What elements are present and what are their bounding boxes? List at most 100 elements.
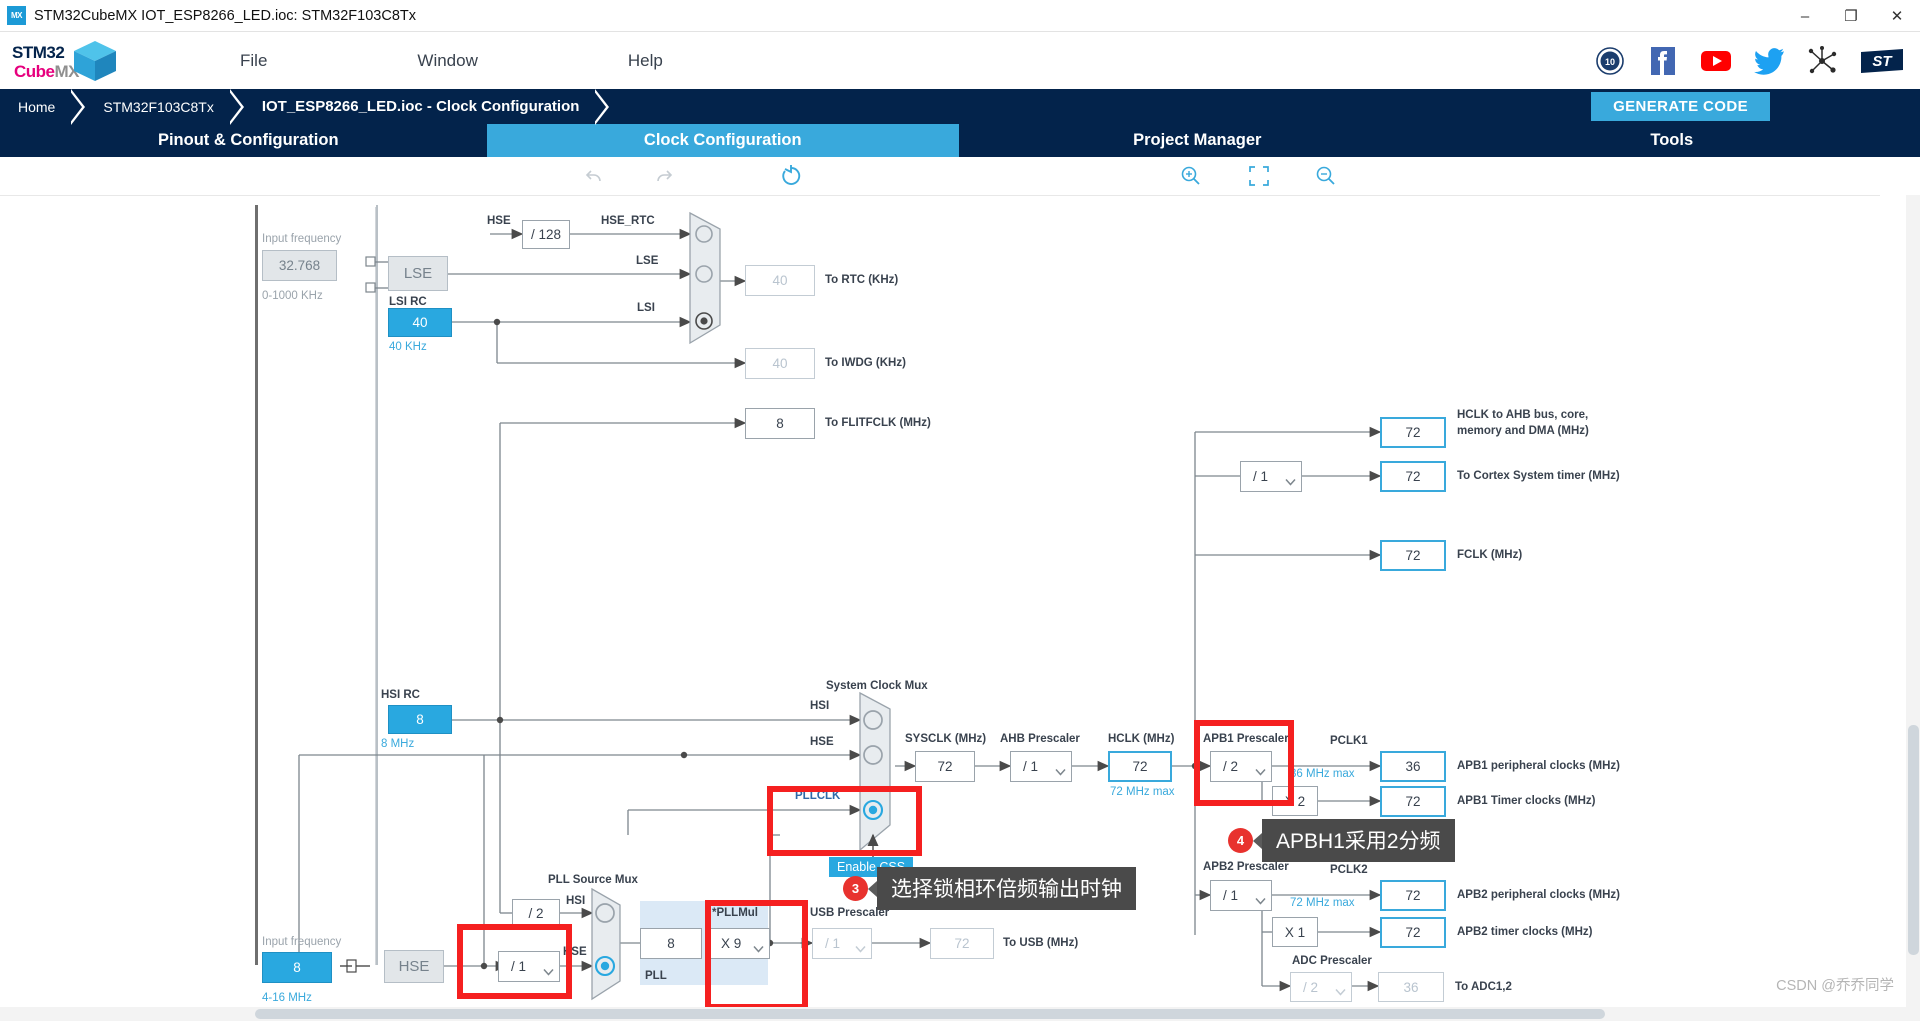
twitter-icon[interactable] xyxy=(1752,44,1786,78)
minimize-button[interactable]: – xyxy=(1782,0,1828,32)
pll-label: PLL xyxy=(645,970,667,982)
hclk-max-label: 72 MHz max xyxy=(1110,786,1175,798)
hse-input-frequency-field[interactable]: 8 xyxy=(262,952,332,983)
generate-code-button[interactable]: GENERATE CODE xyxy=(1591,92,1770,121)
facebook-icon[interactable] xyxy=(1646,44,1680,78)
anniversary-10-years-icon[interactable]: 10 xyxy=(1593,44,1627,78)
zoom-in-icon[interactable] xyxy=(1180,163,1202,189)
apb1-timer-label: APB1 Timer clocks (MHz) xyxy=(1457,795,1596,807)
hse-box[interactable]: HSE xyxy=(384,950,444,983)
to-usb-field: 72 xyxy=(930,928,994,959)
ahb-prescaler-select[interactable]: / 1 xyxy=(1010,751,1072,782)
hse-input-frequency-label: Input frequency xyxy=(262,936,342,948)
youtube-icon[interactable] xyxy=(1699,44,1733,78)
tab-project-manager[interactable]: Project Manager xyxy=(961,124,1434,157)
window-title: STM32CubeMX IOT_ESP8266_LED.ioc: STM32F1… xyxy=(34,7,416,24)
lse-box[interactable]: LSE xyxy=(388,256,448,291)
tab-tools[interactable]: Tools xyxy=(1435,124,1908,157)
fclk-label: FCLK (MHz) xyxy=(1457,549,1523,561)
undo-icon[interactable] xyxy=(584,163,606,189)
sysclk-field: 72 xyxy=(915,751,975,782)
reset-icon[interactable] xyxy=(779,163,803,189)
maximize-button[interactable]: ❐ xyxy=(1828,0,1874,32)
hsi-rc-label: HSI RC xyxy=(381,689,420,701)
st-logo-icon[interactable]: ST xyxy=(1858,44,1906,78)
to-usb-label: To USB (MHz) xyxy=(1003,937,1079,949)
cortex-systimer-field: 72 xyxy=(1380,461,1446,492)
breadcrumb-chevron-icon xyxy=(227,88,244,125)
apb2-peripheral-label: APB2 peripheral clocks (MHz) xyxy=(1457,889,1620,901)
vertical-scrollbar-thumb[interactable] xyxy=(1908,725,1919,955)
adc-prescaler-label: ADC Prescaler xyxy=(1292,955,1372,967)
hse-div-source-label: HSE xyxy=(487,215,511,227)
secondary-rail-divider xyxy=(376,205,378,965)
to-flitfclk-field: 8 xyxy=(745,408,815,439)
to-adc-label: To ADC1,2 xyxy=(1455,981,1512,993)
breadcrumb-home[interactable]: Home xyxy=(0,89,55,124)
psm-hsi-label: HSI xyxy=(566,895,586,907)
hclk-ahb-label-line1: HCLK to AHB bus, core, xyxy=(1457,409,1589,421)
chevron-down-icon xyxy=(1255,893,1266,905)
annotation-rect-pllclk xyxy=(767,786,922,856)
tab-clock-configuration[interactable]: Clock Configuration xyxy=(486,124,959,157)
menu-item-file[interactable]: File xyxy=(240,51,267,71)
hsi-unit-label: 8 MHz xyxy=(381,738,415,750)
chevron-down-icon xyxy=(1285,474,1296,486)
zoom-out-icon[interactable] xyxy=(1315,163,1337,189)
social-icons: 10 ST xyxy=(1593,32,1906,89)
clock-tree-diagram: Input frequency 32.768 0-1000 KHz LSE LS… xyxy=(0,195,1880,1021)
pclk2-max-label: 72 MHz max xyxy=(1290,897,1355,909)
breadcrumb-mcu[interactable]: STM32F103C8Tx xyxy=(85,89,213,124)
scm-hsi-label: HSI xyxy=(810,700,830,712)
annotation-number-3: 3 xyxy=(843,876,868,901)
hclk-field[interactable]: 72 xyxy=(1108,751,1172,782)
lse-range-label: 0-1000 KHz xyxy=(262,290,323,302)
to-rtc-field: 40 xyxy=(745,265,815,296)
svg-text:ST: ST xyxy=(1872,53,1893,70)
cube-icon xyxy=(72,39,118,88)
vertical-scrollbar[interactable] xyxy=(1906,195,1920,1021)
chevron-down-icon xyxy=(855,941,866,953)
hsi-rc-field[interactable]: 8 xyxy=(388,705,452,734)
cortex-systimer-prescaler-select[interactable]: / 1 xyxy=(1240,461,1302,492)
to-flitfclk-label: To FLITFCLK (MHz) xyxy=(825,417,931,429)
breadcrumb-chevron-icon xyxy=(593,88,610,125)
chevron-down-icon xyxy=(1055,764,1066,776)
window-controls: – ❐ ✕ xyxy=(1782,0,1920,32)
annotation-number-4: 4 xyxy=(1228,828,1253,853)
menu-item-window[interactable]: Window xyxy=(417,51,477,71)
close-button[interactable]: ✕ xyxy=(1874,0,1920,32)
hclk-ahb-label-line2: memory and DMA (MHz) xyxy=(1457,425,1589,437)
apb1-peripheral-field: 36 xyxy=(1380,751,1446,782)
annotation-text-4: APBH1采用2分频 xyxy=(1253,819,1455,862)
to-iwdg-label: To IWDG (KHz) xyxy=(825,357,906,369)
tab-pinout-configuration[interactable]: Pinout & Configuration xyxy=(12,124,485,157)
left-rail-divider xyxy=(255,205,258,965)
horizontal-scrollbar[interactable] xyxy=(0,1007,1906,1021)
fit-to-screen-icon[interactable] xyxy=(1248,163,1270,189)
network-icon[interactable] xyxy=(1805,44,1839,78)
apb2-prescaler-label: APB2 Prescaler xyxy=(1203,861,1289,873)
breadcrumb: Home STM32F103C8Tx IOT_ESP8266_LED.ioc -… xyxy=(0,88,1920,125)
lsi-rc-field[interactable]: 40 xyxy=(388,308,452,337)
pclk2-label: PCLK2 xyxy=(1330,864,1368,876)
hse-range-label: 4-16 MHz xyxy=(262,992,312,1004)
app-icon: MX xyxy=(7,6,26,25)
apb2-timer-field: 72 xyxy=(1380,917,1446,948)
title-bar: MX STM32CubeMX IOT_ESP8266_LED.ioc: STM3… xyxy=(0,0,1920,32)
scm-hse-label: HSE xyxy=(810,736,834,748)
apb1-peripheral-label: APB1 peripheral clocks (MHz) xyxy=(1457,760,1620,772)
menu-item-help[interactable]: Help xyxy=(628,51,663,71)
apb2-prescaler-select[interactable]: / 1 xyxy=(1210,880,1272,911)
hse-div128-box[interactable]: / 128 xyxy=(522,220,570,249)
lse-input-frequency-field[interactable]: 32.768 xyxy=(262,250,337,281)
usb-prescaler-select: / 1 xyxy=(812,928,872,959)
ahb-prescaler-label: AHB Prescaler xyxy=(1000,733,1080,745)
apb2-peripheral-field: 72 xyxy=(1380,880,1446,911)
system-clock-mux-label: System Clock Mux xyxy=(826,680,928,692)
rtcmux-lse-label: LSE xyxy=(636,255,659,267)
clock-diagram-canvas[interactable]: Input frequency 32.768 0-1000 KHz LSE LS… xyxy=(0,195,1920,1021)
redo-icon[interactable] xyxy=(652,163,674,189)
horizontal-scrollbar-thumb[interactable] xyxy=(255,1009,1605,1019)
cortex-systimer-label: To Cortex System timer (MHz) xyxy=(1457,470,1620,482)
